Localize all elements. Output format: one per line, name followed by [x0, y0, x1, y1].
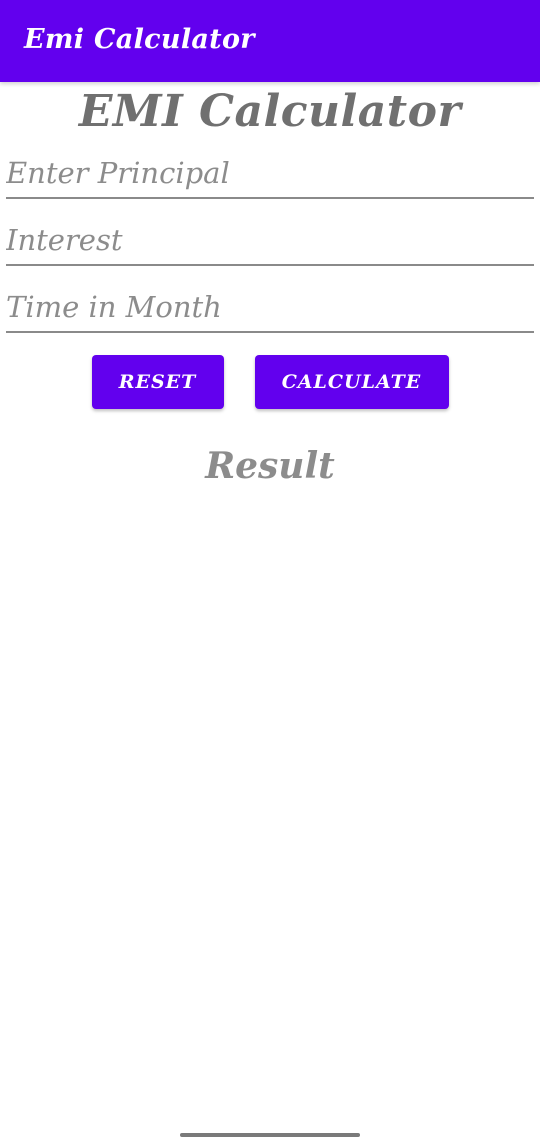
- action-buttons: RESET CALCULATE: [0, 355, 540, 409]
- app-bar-title: Emi Calculator: [24, 23, 255, 55]
- app-bar: Emi Calculator: [0, 0, 540, 82]
- interest-input[interactable]: [6, 222, 534, 266]
- time-field-container: [6, 266, 534, 333]
- gesture-nav-handle-icon[interactable]: [180, 1133, 360, 1137]
- interest-field-container: [6, 199, 534, 266]
- page-title: EMI Calculator: [78, 86, 462, 137]
- emi-calculator-screen: Emi Calculator EMI Calculator RESET CALC…: [0, 0, 540, 1141]
- result-label: Result: [205, 445, 335, 487]
- time-input[interactable]: [6, 289, 534, 333]
- reset-button[interactable]: RESET: [91, 355, 224, 409]
- calculate-button[interactable]: CALCULATE: [254, 355, 449, 409]
- principal-input[interactable]: [6, 155, 534, 199]
- principal-field-container: [6, 138, 534, 199]
